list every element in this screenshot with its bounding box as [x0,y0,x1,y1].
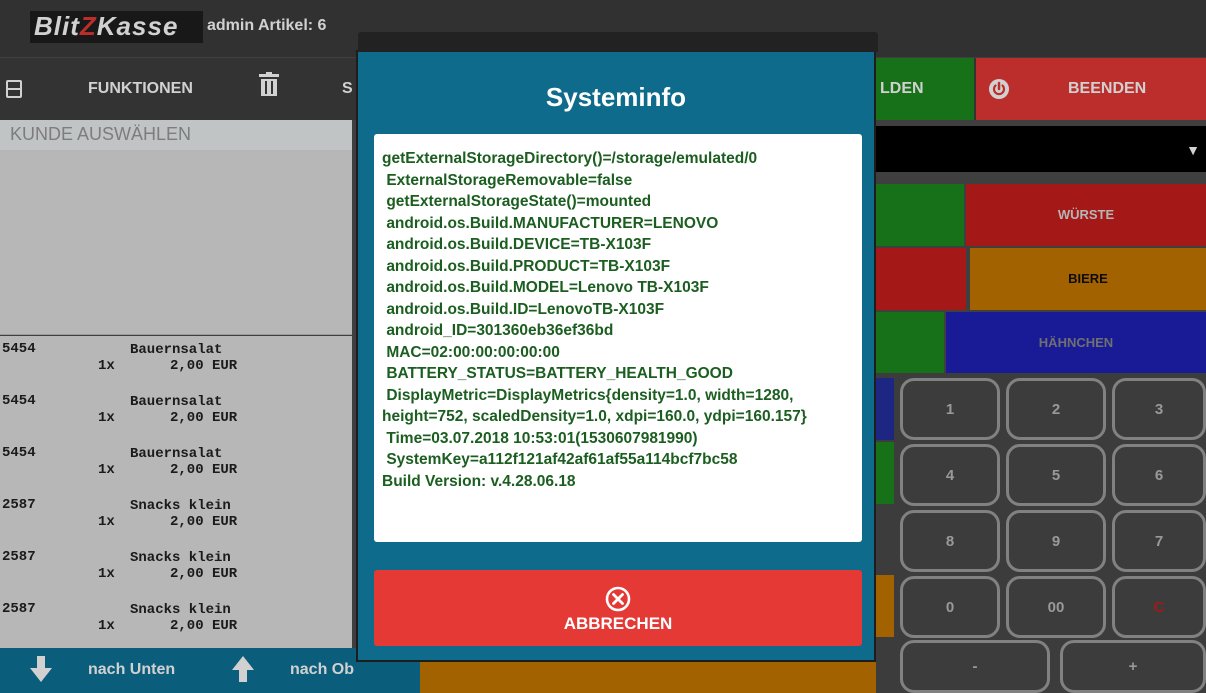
dialog-top-strip [358,32,878,52]
dialog-title: Systeminfo [545,82,687,112]
close-circle-icon [605,586,631,612]
systeminfo-dialog: Systeminfo getExternalStorageDirectory()… [356,32,878,662]
system-info-text: getExternalStorageDirectory()=/storage/e… [374,134,862,542]
cancel-button[interactable]: ABBRECHEN [374,570,862,646]
cancel-button-label: ABBRECHEN [563,614,673,633]
